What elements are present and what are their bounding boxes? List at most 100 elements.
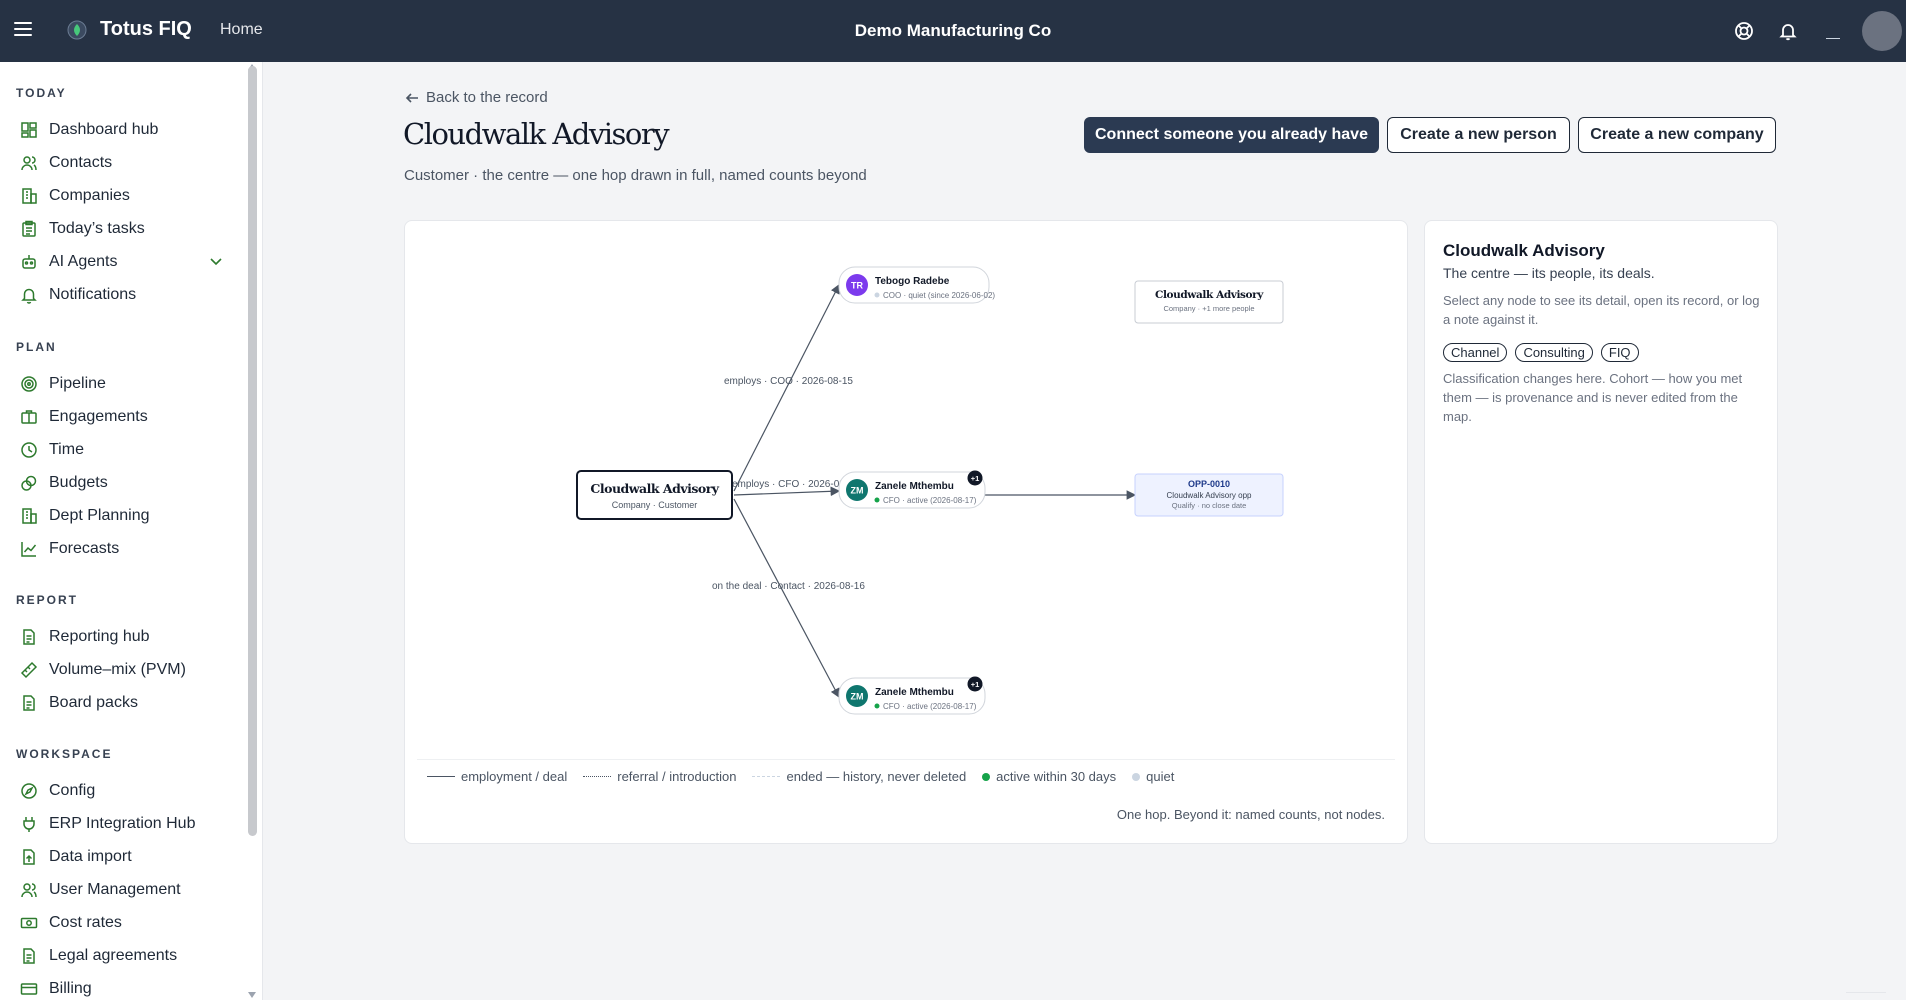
legend-active-dot xyxy=(982,772,991,781)
clock-icon xyxy=(21,442,37,458)
bell-icon[interactable] xyxy=(1777,20,1799,42)
document-icon xyxy=(23,629,35,645)
page-subtitle: Customer · the centre — one hop drawn in… xyxy=(404,167,867,184)
building-icon xyxy=(22,508,37,524)
map-legend: employment / deal referral / introductio… xyxy=(427,769,1190,784)
sidebar-item-erp-integration-hub[interactable]: ERP Integration Hub xyxy=(20,811,230,837)
people-icon xyxy=(21,156,37,171)
centre-company-node[interactable]: Cloudwalk Advisory Company · Customer xyxy=(576,470,733,520)
sidebar-item-engagements[interactable]: Engagements xyxy=(20,404,230,430)
sidebar-item-todays-tasks[interactable]: Today’s tasks xyxy=(20,216,230,242)
person-initials: TR xyxy=(851,281,863,291)
opportunity-name: Cloudwalk Advisory opp xyxy=(1167,491,1252,500)
menu-icon[interactable] xyxy=(14,22,32,36)
sidebar-item-label: Cost rates xyxy=(49,914,122,931)
sidebar-item-user-management[interactable]: User Management xyxy=(20,877,230,903)
create-company-button[interactable]: Create a new company xyxy=(1578,117,1776,153)
home-link[interactable]: Home xyxy=(220,21,263,39)
sidebar-item-cost-rates[interactable]: Cost rates xyxy=(20,910,230,936)
person-name: Tebogo Radebe xyxy=(875,276,950,287)
avatar[interactable] xyxy=(1862,11,1902,51)
legend-label: active within 30 days xyxy=(996,769,1117,784)
back-link-label: Back to the record xyxy=(426,89,548,106)
sidebar-section-workspace: WORKSPACE xyxy=(16,747,113,761)
person-node-tebogo-radebe[interactable]: TR Tebogo Radebe COO · quiet (since 2026… xyxy=(838,266,995,304)
edge-employs-cfo[interactable] xyxy=(733,486,841,497)
detail-subtitle: The centre — its people, its deals. xyxy=(1443,265,1655,281)
legend-solid-line xyxy=(427,776,455,777)
sidebar-item-time[interactable]: Time xyxy=(20,437,230,463)
sidebar-item-billing[interactable]: Billing xyxy=(20,976,230,1000)
legend-item-active: active within 30 days xyxy=(982,769,1116,784)
edge-label: on the deal · Contact · 2026-08-16 xyxy=(712,581,865,592)
ruler-icon xyxy=(20,661,38,679)
scrollbar-down-arrow[interactable] xyxy=(248,992,256,998)
sidebar-item-volume-mix[interactable]: Volume–mix (PVM) xyxy=(20,657,230,683)
chip-consulting[interactable]: Consulting xyxy=(1515,343,1593,362)
clipboard-icon xyxy=(22,220,36,237)
sidebar-item-budgets[interactable]: Budgets xyxy=(20,470,230,496)
person-node-zanele-mthembu[interactable]: ZM Zanele Mthembu CFO · active (2026-08-… xyxy=(838,470,986,509)
sidebar-item-label: Notifications xyxy=(49,286,137,303)
sidebar-item-contacts[interactable]: Contacts xyxy=(20,150,230,176)
sidebar-item-dept-planning[interactable]: Dept Planning xyxy=(20,503,230,529)
leaf-logo-icon xyxy=(67,20,87,40)
person-meta: COO · quiet (since 2026-06-02) xyxy=(883,291,995,300)
sidebar-item-legal-agreements[interactable]: Legal agreements xyxy=(20,943,230,969)
chip-fiq[interactable]: FIQ xyxy=(1600,343,1639,362)
page-title: Cloudwalk Advisory xyxy=(403,117,670,151)
sidebar-item-config[interactable]: Config xyxy=(20,778,230,804)
sidebar-item-data-import[interactable]: Data import xyxy=(20,844,230,870)
company-summary-name: Cloudwalk Advisory xyxy=(1155,289,1264,301)
chevron-down-icon[interactable] xyxy=(208,253,224,269)
relationship-map-panel: employs · COO · 2026-08-15 employs · CFO… xyxy=(404,220,1408,844)
legend-label: employment / deal xyxy=(461,769,568,784)
sidebar-item-reporting-hub[interactable]: Reporting hub xyxy=(20,624,230,650)
node-detail-panel: Cloudwalk Advisory The centre — its peop… xyxy=(1424,220,1778,844)
sidebar-item-ai-agents[interactable]: AI Agents xyxy=(20,249,230,275)
sidebar-item-pipeline[interactable]: Pipeline xyxy=(20,371,230,397)
plug-icon xyxy=(23,817,35,832)
document-icon xyxy=(23,948,35,964)
edge-on-the-deal[interactable] xyxy=(733,498,840,699)
legend-item-ended: ended — history, never deleted xyxy=(752,769,966,784)
person-initials: ZM xyxy=(851,692,864,702)
person-meta: CFO · active (2026-08-17) xyxy=(883,702,977,711)
sidebar-scrollbar[interactable] xyxy=(248,66,257,836)
relationship-map: employs · COO · 2026-08-15 employs · CFO… xyxy=(576,266,1284,715)
company-summary-node[interactable]: Cloudwalk Advisory Company · +1 more peo… xyxy=(1134,280,1284,324)
sidebar-item-label: ERP Integration Hub xyxy=(49,815,196,832)
sidebar-item-label: Companies xyxy=(49,187,130,204)
window-minimize-mark xyxy=(1826,38,1840,39)
sidebar-item-notifications[interactable]: Notifications xyxy=(20,282,230,308)
sidebar-section-plan: PLAN xyxy=(16,340,57,354)
connect-existing-button[interactable]: Connect someone you already have xyxy=(1084,117,1379,153)
edge-employs-coo[interactable] xyxy=(733,283,840,492)
legend-dashed-line xyxy=(752,776,781,777)
person-node-zanele-mthembu-deal[interactable]: ZM Zanele Mthembu CFO · active (2026-08-… xyxy=(838,676,986,715)
target-icon xyxy=(21,376,37,392)
legend-label: ended — history, never deleted xyxy=(786,769,967,784)
legend-item-quiet: quiet xyxy=(1132,769,1174,784)
brand-name[interactable]: Totus FIQ xyxy=(100,18,192,41)
legend-item-referral: referral / introduction xyxy=(583,769,736,784)
create-person-button[interactable]: Create a new person xyxy=(1387,117,1570,153)
trend-icon xyxy=(21,542,37,557)
sidebar-item-board-packs[interactable]: Board packs xyxy=(20,690,230,716)
sidebar-item-forecasts[interactable]: Forecasts xyxy=(20,536,230,562)
sidebar-item-dashboard-hub[interactable]: Dashboard hub xyxy=(20,117,230,143)
sidebar-item-label: Volume–mix (PVM) xyxy=(49,661,186,678)
legend-label: referral / introduction xyxy=(617,769,737,784)
sidebar-item-companies[interactable]: Companies xyxy=(20,183,230,209)
status-active-dot xyxy=(874,703,880,709)
chip-channel[interactable]: Channel xyxy=(1443,343,1508,362)
sidebar-item-label: User Management xyxy=(49,881,181,898)
robot-icon xyxy=(22,255,36,269)
opportunity-node[interactable]: OPP-0010 Cloudwalk Advisory opp Qualify … xyxy=(1134,473,1284,517)
building-icon xyxy=(22,188,37,204)
sidebar-item-label: Today’s tasks xyxy=(49,220,145,237)
help-lifebuoy-icon[interactable] xyxy=(1733,20,1755,42)
back-to-record-link[interactable]: Back to the record xyxy=(404,89,548,106)
dashboard-icon xyxy=(21,122,37,138)
sidebar-section-report: REPORT xyxy=(16,593,79,607)
